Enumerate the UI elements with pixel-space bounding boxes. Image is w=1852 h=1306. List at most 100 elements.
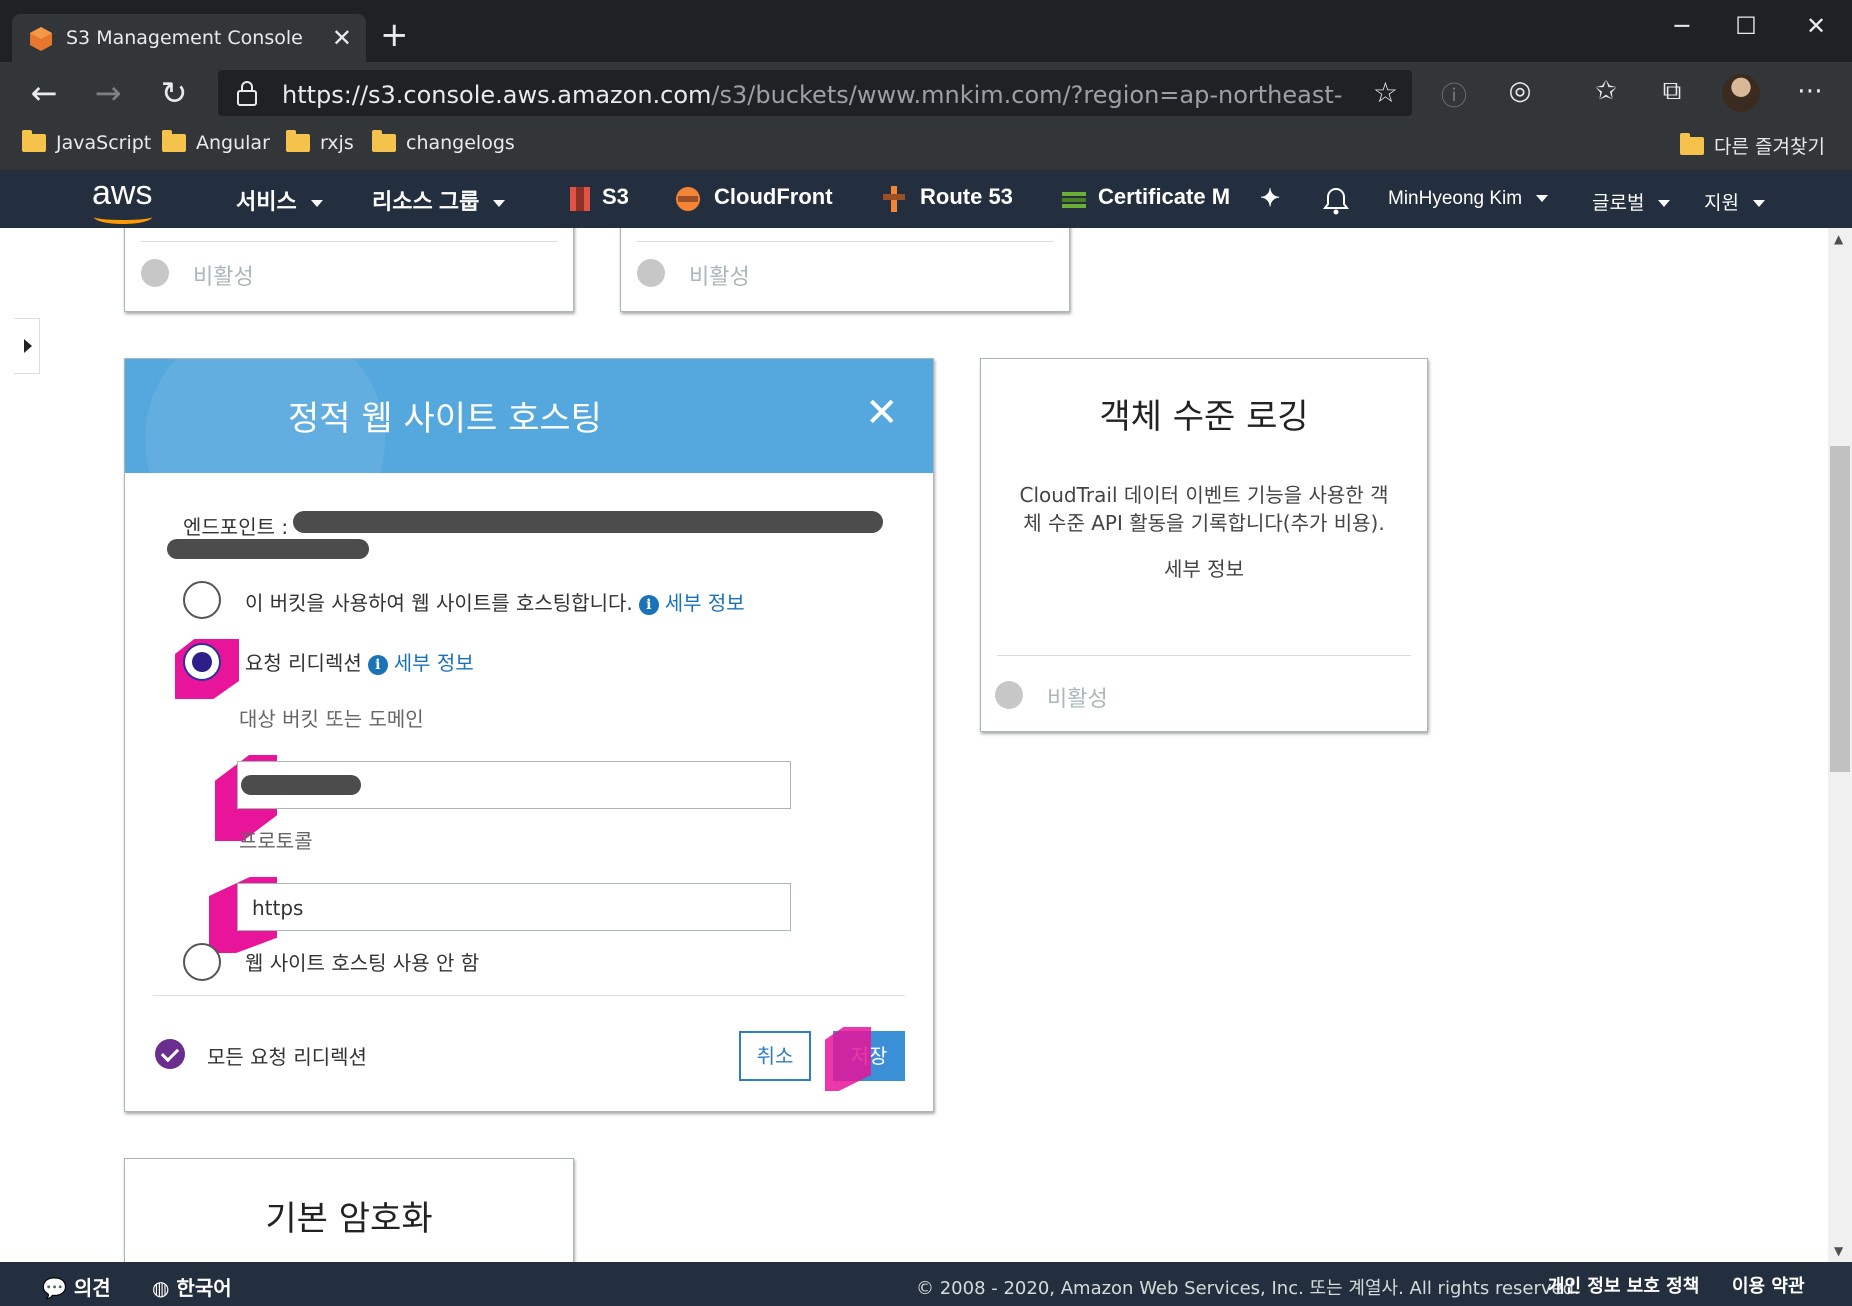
user-menu[interactable]: MinHyeong Kim bbox=[1388, 188, 1549, 210]
url-host: https://s3.console.aws.amazon.com bbox=[282, 81, 712, 109]
target-label: 대상 버킷 또는 도메인 bbox=[239, 707, 424, 731]
option-host-website: 이 버킷을 사용하여 웹 사이트를 호스팅합니다. i 세부 정보 bbox=[245, 587, 745, 616]
scroll-up-icon[interactable]: ▲ bbox=[1834, 232, 1843, 246]
pinned-certificate-manager[interactable]: Certificate M bbox=[1098, 184, 1230, 210]
reload-icon[interactable]: ↻ bbox=[152, 72, 196, 116]
property-card-partial[interactable]: 비활성 bbox=[124, 228, 574, 312]
pinned-cloudfront[interactable]: CloudFront bbox=[714, 184, 833, 210]
status-text: 비활성 bbox=[193, 265, 254, 290]
support-label: 지원 bbox=[1704, 193, 1739, 214]
status-indicator bbox=[141, 259, 169, 287]
object-level-logging-card[interactable]: 객체 수준 로깅 CloudTrail 데이터 이벤트 기능을 사용한 객체 수… bbox=[980, 358, 1428, 732]
hosting-card-header: 정적 웹 사이트 호스팅 ✕ bbox=[125, 359, 933, 473]
card-divider bbox=[153, 995, 905, 996]
window-close-icon[interactable]: ✕ bbox=[1796, 12, 1836, 40]
aws-smile-icon bbox=[94, 210, 152, 224]
aws-console-header: aws 서비스 리소스 그룹 S3 CloudFront Route 53 Ce… bbox=[0, 170, 1852, 228]
sidebar-toggle[interactable] bbox=[14, 318, 40, 374]
option-disable-hosting: 웹 사이트 호스팅 사용 안 함 bbox=[245, 951, 480, 975]
aws-logo[interactable]: aws bbox=[92, 174, 152, 213]
browser-toolbar: ← → ↻ https://s3.console.aws.amazon.com/… bbox=[0, 62, 1852, 124]
card-divider bbox=[997, 655, 1411, 656]
folder-icon bbox=[286, 130, 310, 152]
details-link[interactable]: 세부 정보 bbox=[394, 651, 474, 675]
bell-icon[interactable] bbox=[1322, 186, 1350, 216]
bookmark-rxjs[interactable]: rxjs bbox=[286, 130, 354, 154]
property-card-partial[interactable]: 비활성 bbox=[620, 228, 1070, 312]
resource-groups-label: 리소스 그룹 bbox=[372, 189, 480, 214]
region-label: 글로벌 bbox=[1592, 193, 1645, 214]
status-text: 비활성 bbox=[689, 265, 750, 290]
user-name: MinHyeong Kim bbox=[1388, 188, 1523, 209]
folder-icon bbox=[1680, 132, 1704, 155]
logging-title: 객체 수준 로깅 bbox=[1099, 397, 1309, 437]
redacted-endpoint-2 bbox=[167, 539, 369, 559]
radio-host-website[interactable] bbox=[183, 581, 221, 619]
collections-icon[interactable]: ⧉ bbox=[1652, 76, 1692, 107]
scroll-down-icon[interactable]: ▼ bbox=[1834, 1244, 1843, 1258]
route53-service-icon bbox=[883, 186, 905, 212]
region-menu[interactable]: 글로벌 bbox=[1592, 188, 1671, 215]
info-icon[interactable]: i bbox=[367, 654, 388, 675]
protocol-input[interactable]: https bbox=[237, 883, 791, 931]
chevron-down-icon bbox=[493, 199, 506, 207]
protocol-label: 프로토콜 bbox=[239, 829, 313, 853]
chevron-down-icon bbox=[310, 199, 323, 207]
feedback-link[interactable]: 💬 의견 bbox=[42, 1272, 111, 1301]
new-tab-icon[interactable]: + bbox=[380, 18, 409, 52]
bookmark-label: JavaScript bbox=[56, 132, 152, 154]
s3-service-icon bbox=[570, 187, 590, 211]
support-menu[interactable]: 지원 bbox=[1704, 188, 1765, 215]
default-encryption-card[interactable]: 기본 암호화 bbox=[124, 1158, 574, 1262]
radio-redirect-requests[interactable] bbox=[183, 643, 221, 681]
bookmark-label: 다른 즐겨찾기 bbox=[1714, 136, 1825, 158]
terms-link[interactable]: 이용 약관 bbox=[1732, 1272, 1805, 1298]
resource-groups-menu[interactable]: 리소스 그룹 bbox=[372, 184, 506, 216]
profile-avatar[interactable] bbox=[1722, 74, 1760, 112]
bookmark-changelogs[interactable]: changelogs bbox=[372, 130, 515, 154]
minimize-icon[interactable]: ─ bbox=[1662, 12, 1702, 40]
address-bar[interactable]: https://s3.console.aws.amazon.com/s3/buc… bbox=[218, 70, 1412, 116]
logging-status: 비활성 bbox=[1047, 687, 1108, 712]
language-selector[interactable]: ◍ 한국어 bbox=[152, 1272, 232, 1301]
forward-icon[interactable]: → bbox=[86, 72, 130, 116]
scrollbar-thumb[interactable] bbox=[1830, 446, 1850, 772]
tab-title: S3 Management Console bbox=[66, 27, 303, 49]
folder-icon bbox=[22, 130, 46, 152]
bookmark-angular[interactable]: Angular bbox=[162, 130, 270, 154]
cancel-button[interactable]: 취소 bbox=[739, 1031, 811, 1081]
logging-details-link[interactable]: 세부 정보 bbox=[1011, 555, 1397, 583]
more-menu-icon[interactable]: ⋯ bbox=[1790, 76, 1830, 106]
option-host-text: 이 버킷을 사용하여 웹 사이트를 호스팅합니다. bbox=[245, 591, 633, 615]
tab-close-icon[interactable]: ✕ bbox=[332, 24, 352, 52]
static-website-hosting-card: 정적 웹 사이트 호스팅 ✕ 엔드포인트 : 이 버킷을 사용하여 웹 사이트를… bbox=[124, 358, 934, 1112]
bookmark-javascript[interactable]: JavaScript bbox=[22, 130, 152, 154]
close-icon[interactable]: ✕ bbox=[865, 393, 899, 433]
radio-disable-hosting[interactable] bbox=[183, 943, 221, 981]
pin-icon[interactable]: ✦ bbox=[1260, 184, 1280, 213]
properties-content: 비활성 비활성 정적 웹 사이트 호스팅 ✕ 엔드포인트 : 이 버킷을 사용하… bbox=[0, 228, 1828, 1262]
status-indicator bbox=[995, 681, 1023, 709]
certificate-manager-icon bbox=[1062, 192, 1086, 208]
other-bookmarks[interactable]: 다른 즐겨찾기 bbox=[1680, 132, 1825, 159]
s3-favicon-icon bbox=[30, 27, 52, 51]
favorites-icon[interactable]: ✩ bbox=[1586, 76, 1626, 106]
vertical-scrollbar[interactable]: ▲ ▼ bbox=[1828, 228, 1852, 1262]
tab-bar: S3 Management Console ✕ + ─ ☐ ✕ bbox=[0, 0, 1852, 62]
reader-icon[interactable]: ⓘ bbox=[1434, 76, 1474, 113]
favorite-star-icon[interactable]: ☆ bbox=[1373, 76, 1398, 109]
pinned-route53[interactable]: Route 53 bbox=[920, 184, 1013, 210]
maximize-icon[interactable]: ☐ bbox=[1726, 12, 1766, 40]
services-menu[interactable]: 서비스 bbox=[236, 184, 323, 216]
details-link[interactable]: 세부 정보 bbox=[665, 591, 745, 615]
language-label: 한국어 bbox=[176, 1276, 232, 1300]
info-icon[interactable]: i bbox=[638, 594, 659, 615]
privacy-link[interactable]: 개인 정보 보호 정책 bbox=[1548, 1272, 1699, 1298]
back-icon[interactable]: ← bbox=[22, 72, 66, 116]
hosting-title: 정적 웹 사이트 호스팅 bbox=[288, 399, 602, 439]
pinned-s3[interactable]: S3 bbox=[602, 184, 629, 210]
card-divider bbox=[637, 241, 1053, 242]
all-redirect-label: 모든 요청 리디렉션 bbox=[207, 1045, 367, 1069]
tracking-icon[interactable]: ◎ bbox=[1500, 76, 1540, 106]
browser-tab[interactable]: S3 Management Console ✕ bbox=[12, 14, 366, 62]
